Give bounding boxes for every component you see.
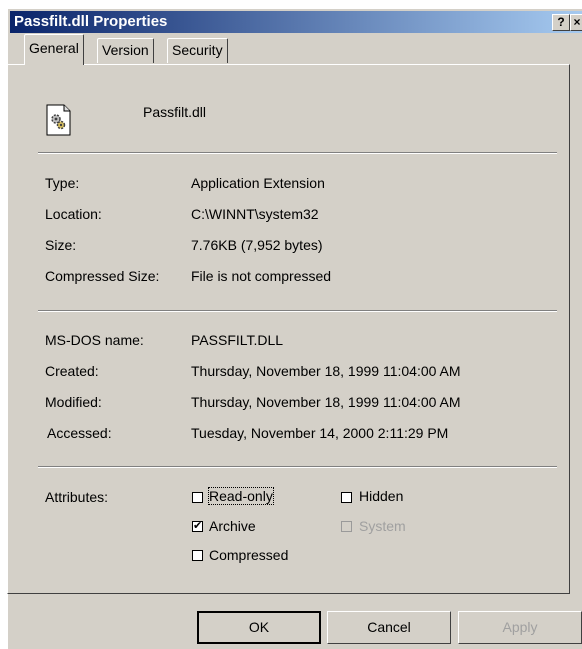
ok-button[interactable]: OK <box>197 611 321 644</box>
hidden-checkbox[interactable] <box>341 492 352 503</box>
size-value: 7.76KB (7,952 bytes) <box>191 237 323 253</box>
read-only-label[interactable]: Read-only <box>208 487 274 505</box>
ms-dos-name-label: MS-DOS name: <box>45 332 144 348</box>
location-label: Location: <box>45 206 102 222</box>
archive-label[interactable]: Archive <box>209 518 256 534</box>
size-label: Size: <box>45 237 77 253</box>
type-value: Application Extension <box>191 175 325 191</box>
help-button[interactable]: ? <box>552 14 570 31</box>
hidden-label[interactable]: Hidden <box>359 488 403 504</box>
system-checkbox <box>341 521 352 532</box>
created-value: Thursday, November 18, 1999 11:04:00 AM <box>191 363 461 379</box>
cancel-button[interactable]: Cancel <box>327 611 451 644</box>
tab-general[interactable]: General <box>24 34 84 65</box>
archive-checkbox[interactable]: ✔ <box>192 521 203 532</box>
read-only-checkbox[interactable] <box>192 492 203 503</box>
title-bar[interactable]: Passfilt.dll Properties ? × <box>10 11 582 33</box>
file-name: Passfilt.dll <box>143 104 207 120</box>
separator <box>38 466 557 468</box>
system-label: System <box>359 518 406 534</box>
separator <box>38 310 557 312</box>
modified-label: Modified: <box>45 394 102 410</box>
compressed-size-value: File is not compressed <box>191 268 332 284</box>
created-label: Created: <box>45 363 99 379</box>
window-title: Passfilt.dll Properties <box>14 13 168 30</box>
dll-file-icon <box>46 104 71 136</box>
modified-value: Thursday, November 18, 1999 11:04:00 AM <box>191 394 461 410</box>
location-value: C:\WINNT\system32 <box>191 206 319 222</box>
ms-dos-name-value: PASSFILT.DLL <box>191 332 284 348</box>
tab-version[interactable]: Version <box>97 38 154 63</box>
general-panel <box>7 64 570 594</box>
compressed-label[interactable]: Compressed <box>209 547 288 563</box>
compressed-checkbox[interactable] <box>192 550 203 561</box>
close-button[interactable]: × <box>570 14 582 31</box>
compressed-size-label: Compressed Size: <box>45 268 160 284</box>
apply-button: Apply <box>458 611 582 644</box>
accessed-value: Tuesday, November 14, 2000 2:11:29 PM <box>191 425 449 441</box>
tab-security[interactable]: Security <box>167 38 228 63</box>
attributes-label: Attributes: <box>45 489 109 505</box>
check-mark-icon: ✔ <box>193 520 203 532</box>
accessed-label: Accessed: <box>47 425 112 441</box>
type-label: Type: <box>45 175 80 191</box>
separator <box>38 152 557 154</box>
